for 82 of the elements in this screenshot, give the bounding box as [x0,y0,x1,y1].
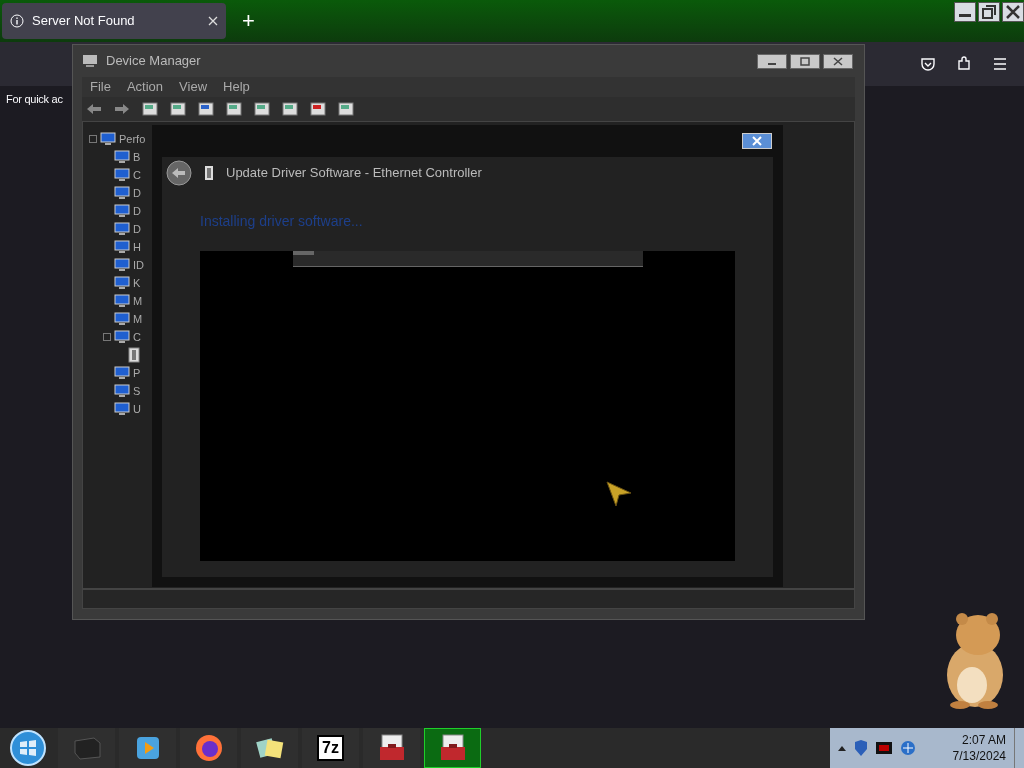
media-player-icon [134,735,161,761]
tree-item[interactable]: D [133,184,141,202]
close-icon[interactable] [1002,2,1024,22]
sticky-notes-icon [254,735,285,761]
notice-text: For quick ac [6,91,63,107]
menu-item[interactable]: Help [223,77,250,97]
device-icon [114,383,130,399]
menu-icon[interactable] [992,56,1008,72]
tree-item[interactable]: D [133,202,141,220]
shield-icon[interactable] [854,740,868,756]
tree-item[interactable]: ID [133,256,144,274]
clock-date[interactable]: 7/13/2024 [952,748,1006,764]
device-icon [114,329,130,345]
new-tab-button[interactable]: + [238,10,259,32]
info-icon [10,14,24,28]
device-icon [114,365,130,381]
tree-item[interactable]: Perfo [119,130,146,148]
taskbar-button[interactable] [241,728,298,768]
taskbar-button[interactable] [363,728,420,768]
back-arrow-icon[interactable] [86,103,102,115]
computer-icon [82,54,98,68]
toolbar-icon[interactable] [170,101,186,117]
minimize-icon[interactable] [757,53,787,69]
tree-item[interactable]: C [133,328,141,346]
chevron-up-icon[interactable] [838,745,846,751]
tree-item[interactable]: B [133,148,141,166]
cursor-icon [606,481,632,507]
tree-item[interactable]: M [133,292,143,310]
back-button-icon[interactable] [166,160,192,186]
device-icon [100,131,116,147]
status-text: Installing driver software... [200,213,363,229]
tree-item[interactable]: K [133,274,141,292]
device-icon [114,275,130,291]
forward-arrow-icon[interactable] [114,103,130,115]
pocket-icon[interactable] [920,56,936,72]
menu-item[interactable]: Action [126,77,164,97]
toolbar-icon[interactable] [282,101,298,117]
archiver-icon: 7z [317,735,344,761]
restore-icon[interactable] [978,2,1000,22]
tree-item[interactable]: S [133,382,141,400]
device-icon [114,203,130,219]
taskbar-button[interactable] [180,728,237,768]
maximize-icon[interactable] [790,53,820,69]
collapse-icon[interactable] [103,333,111,341]
device-icon [114,257,130,273]
menu-item[interactable]: View [179,77,208,97]
tree-item[interactable]: P [133,364,141,382]
toolbar-icon[interactable] [142,101,158,117]
monitor-icon[interactable] [876,742,892,754]
toolbar-icon[interactable] [198,101,214,117]
taskbar-button[interactable]: 7z [302,728,359,768]
device-icon [114,401,130,417]
device-icon [114,293,130,309]
tree-item[interactable]: U [133,400,141,418]
device-icon [114,185,130,201]
device-icon [114,239,130,255]
dialog-title: Update Driver Software - Ethernet Controller [226,164,482,183]
toolbar-icon[interactable] [254,101,270,117]
start-orb-icon[interactable] [9,729,47,767]
device-icon [114,311,130,327]
toolbar-icon[interactable] [338,101,354,117]
tree-item[interactable]: M [133,310,143,328]
tab-title: Server Not Found [32,12,136,31]
tree-item[interactable]: H [133,238,141,256]
device-icon [114,167,130,183]
browser-tab[interactable]: Server Not Found [2,3,226,39]
menu-item[interactable]: File [90,77,111,97]
tree-item[interactable]: C [133,166,141,184]
clock-time[interactable]: 2:07 AM [961,732,1006,748]
collapse-icon[interactable] [89,135,97,143]
device-icon [114,221,130,237]
taskbar-button[interactable] [119,728,176,768]
device-icon [114,149,130,165]
driver-icon[interactable] [128,347,140,363]
window-title: Device Manager [106,52,202,71]
tree-item[interactable]: D [133,220,141,238]
close-icon[interactable] [823,53,853,69]
taskbar-button[interactable] [424,728,481,768]
minimize-icon[interactable] [954,2,976,22]
toolbar-icon[interactable] [226,101,242,117]
network-card-icon [204,166,214,180]
toolbar-icon[interactable] [310,101,326,117]
